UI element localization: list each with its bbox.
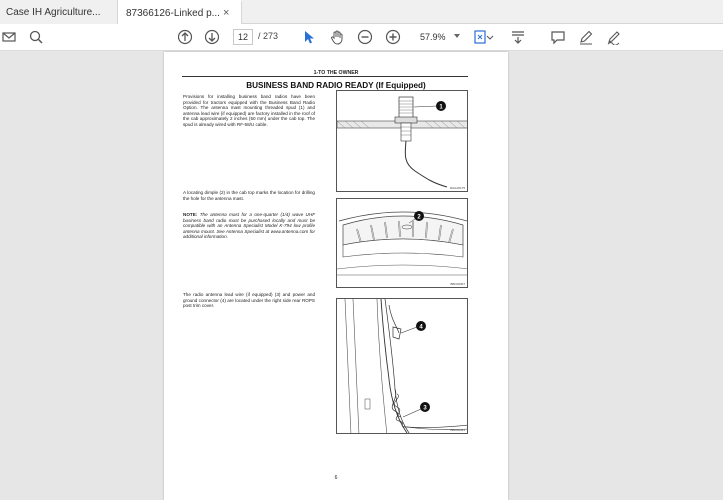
header-rule <box>182 76 468 77</box>
previous-page-icon[interactable] <box>176 28 194 46</box>
figure-antenna-spud: 1 RAIL06175 <box>336 90 468 192</box>
toolbar <box>0 24 723 51</box>
close-tab-icon[interactable]: × <box>223 8 233 19</box>
figure-code: BBC00341 <box>450 428 465 432</box>
zoom-out-icon[interactable] <box>356 28 374 46</box>
email-icon[interactable] <box>0 28 18 46</box>
antenna-spud-illustration: 1 <box>337 96 467 188</box>
scroll-mode-icon[interactable] <box>509 28 527 46</box>
select-cursor-icon[interactable] <box>300 28 318 46</box>
figure-rops-post: 4 3 BBC00341 <box>336 298 468 434</box>
search-icon[interactable] <box>27 28 45 46</box>
zoom-level-dropdown[interactable]: 57.9% <box>416 29 462 45</box>
tab-linked-pdf[interactable]: 87366126-Linked p... × <box>118 0 242 24</box>
sign-icon[interactable] <box>605 28 623 46</box>
tab-label: Case IH Agriculture... <box>6 6 101 18</box>
note-label: NOTE: <box>183 212 198 217</box>
zoom-level-value: 57.9% <box>420 32 446 42</box>
tab-case-ih[interactable]: Case IH Agriculture... <box>0 0 118 24</box>
paragraph-antenna-spud: Provisions for installing business band … <box>183 94 315 127</box>
note-text: The antenna mast for a one-quarter (1/4)… <box>183 212 316 240</box>
fit-page-dropdown-icon[interactable] <box>486 28 494 46</box>
paragraph-lead-wire: The radio antenna lead wire (if equipped… <box>183 292 315 309</box>
page-title: BUSINESS BAND RADIO READY (If Equipped) <box>246 81 426 90</box>
rops-post-illustration: 4 3 <box>344 299 467 433</box>
note-block: NOTE: The antenna mast for a one-quarter… <box>183 212 315 240</box>
zoom-in-icon[interactable] <box>384 28 402 46</box>
comment-icon[interactable] <box>549 28 567 46</box>
pdf-page: 1-TO THE OWNER BUSINESS BAND RADIO READY… <box>164 52 508 500</box>
figure-cab-top: 2 BBC00307 <box>336 198 468 288</box>
highlight-pen-icon[interactable] <box>577 28 595 46</box>
hand-tool-icon[interactable] <box>328 28 346 46</box>
cab-top-illustration: 2 <box>337 211 467 276</box>
page-number-input[interactable]: 12 <box>233 29 253 45</box>
document-viewer[interactable]: 1-TO THE OWNER BUSINESS BAND RADIO READY… <box>0 52 723 500</box>
figure-code: RAIL06175 <box>449 186 465 190</box>
tab-bar: Case IH Agriculture... 87366126-Linked p… <box>0 0 723 24</box>
chevron-down-icon <box>454 34 460 38</box>
figure-code: BBC00307 <box>450 282 465 286</box>
page-total: / 273 <box>258 31 279 41</box>
next-page-icon[interactable] <box>203 28 221 46</box>
paragraph-locating-dimple: A locating dimple (2) in the cab top mar… <box>183 190 315 201</box>
page-number: 6 <box>334 475 338 481</box>
tab-label: 87366126-Linked p... <box>126 7 220 19</box>
